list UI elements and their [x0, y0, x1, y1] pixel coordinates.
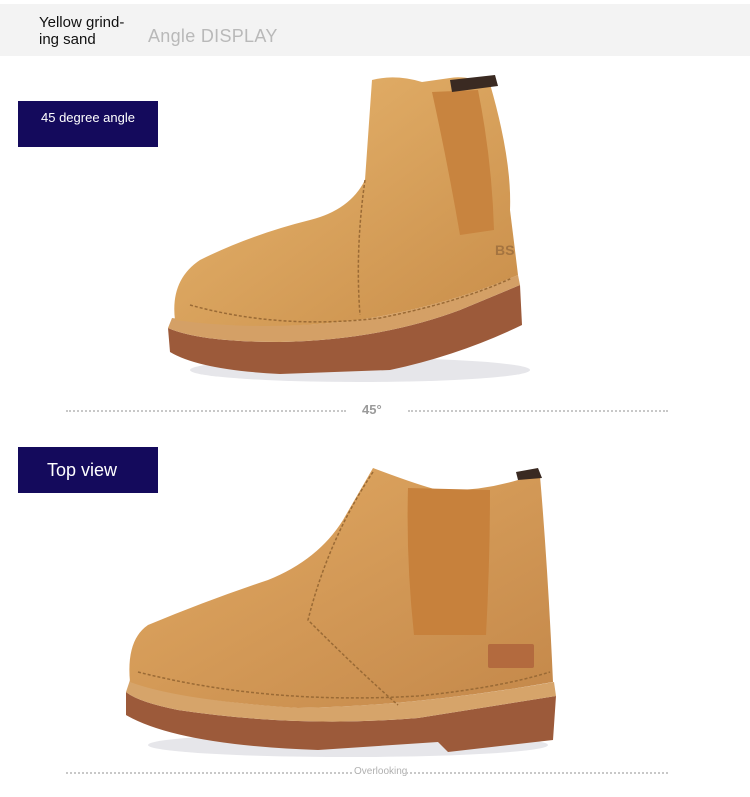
caption-45-degree: 45° — [362, 402, 382, 417]
view-label-45-degree: 45 degree angle — [18, 101, 158, 147]
divider-right — [408, 410, 668, 412]
boot-image-top-view — [126, 468, 556, 757]
divider-left — [66, 410, 346, 412]
view-label-text: 45 degree angle — [41, 110, 135, 125]
page-title: Angle DISPLAY — [148, 26, 278, 46]
header-bar: Yellow grind-ing sand Angle DISPLAY — [0, 4, 750, 56]
product-name: Yellow grind-ing sand — [39, 14, 125, 48]
view-label-text: Top view — [47, 460, 118, 480]
boot-image-45-degree: BS — [168, 75, 530, 382]
svg-text:BS: BS — [495, 242, 514, 258]
caption-overlooking: Overlooking — [354, 766, 408, 777]
